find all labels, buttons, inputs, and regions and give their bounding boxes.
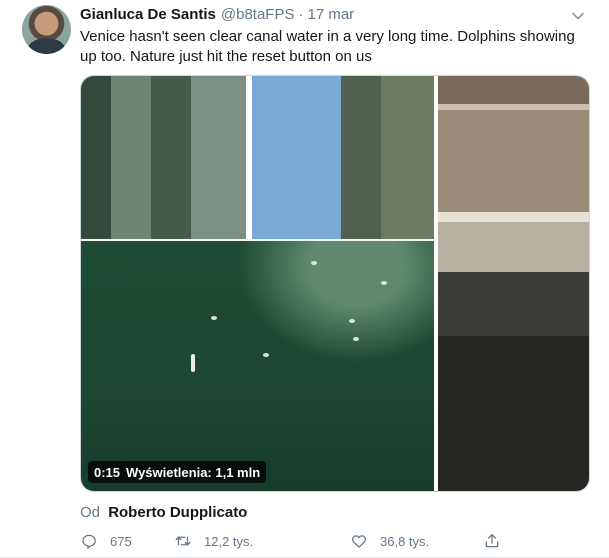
heart-icon — [351, 535, 367, 548]
video-frame-top-left — [81, 76, 434, 239]
header-separator: · — [298, 6, 304, 23]
retweet-count: 12,2 tys. — [204, 533, 254, 549]
reply-count: 675 — [110, 533, 132, 549]
chevron-down-icon — [572, 12, 584, 20]
video-views: Wyświetlenia: 1,1 mln — [126, 464, 261, 480]
share-button[interactable] — [483, 531, 501, 551]
tweet-actions: 675 12,2 tys. 36,8 tys. — [80, 531, 580, 551]
like-button[interactable]: 36,8 tys. — [350, 531, 429, 551]
video-speck — [263, 353, 269, 357]
attribution-prefix: Od — [80, 504, 101, 521]
reply-icon — [82, 534, 96, 549]
share-icon — [485, 533, 499, 548]
reply-button[interactable]: 675 — [80, 531, 132, 551]
tweet-menu-button[interactable] — [568, 6, 588, 26]
video-duration: 0:15 — [94, 464, 121, 480]
tweet-header: Gianluca De Santis @b8taFPS · 17 mar — [80, 6, 354, 26]
retweet-icon — [175, 536, 191, 546]
video-frame-right — [438, 76, 589, 491]
tweet-text: Venice hasn't seen clear canal water in … — [80, 28, 575, 65]
video-attribution: Od Roberto Dupplicato — [80, 504, 247, 522]
tweet-timestamp[interactable]: 17 mar — [307, 6, 354, 23]
retweet-button[interactable]: 12,2 tys. — [174, 531, 253, 551]
video-speck — [349, 319, 355, 323]
author-handle[interactable]: @b8taFPS — [221, 6, 295, 23]
video-info-badge: 0:15 Wyświetlenia: 1,1 mln — [88, 461, 267, 483]
video-speck — [381, 281, 387, 285]
swan-shape — [191, 354, 195, 372]
like-count: 36,8 tys. — [380, 533, 430, 549]
author-display-name[interactable]: Gianluca De Santis — [80, 6, 216, 23]
avatar-shoulders — [28, 38, 65, 54]
video-frame-bottom-left — [81, 241, 434, 491]
video-speck — [311, 261, 317, 265]
video-player[interactable] — [80, 75, 590, 492]
video-speck — [353, 337, 359, 341]
avatar[interactable] — [22, 5, 71, 54]
attribution-name[interactable]: Roberto Dupplicato — [108, 504, 247, 521]
tweet[interactable]: Gianluca De Santis @b8taFPS · 17 mar Ven… — [0, 0, 609, 558]
video-speck — [211, 316, 217, 320]
